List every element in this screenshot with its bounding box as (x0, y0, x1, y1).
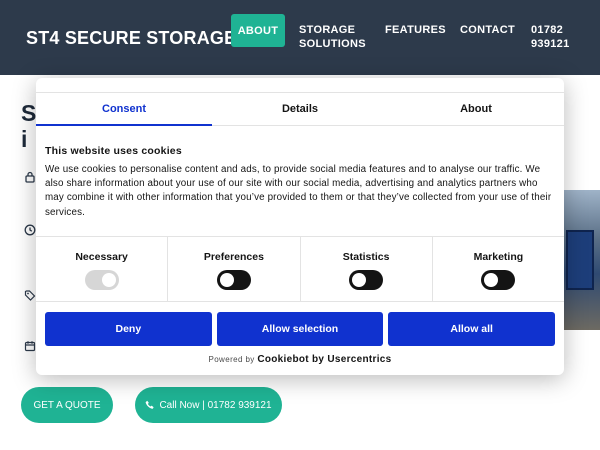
cookiebot-logo[interactable]: Cookiebot by Usercentrics (257, 354, 391, 365)
category-necessary: Necessary (36, 237, 169, 301)
site-header: ST4 SECURE STORAGE ABOUT STORAGE SOLUTIO… (0, 0, 600, 75)
category-necessary-label: Necessary (75, 251, 128, 263)
statistics-toggle[interactable] (349, 270, 384, 290)
marketing-toggle[interactable] (481, 270, 516, 290)
allow-all-button[interactable]: Allow all (388, 312, 556, 346)
lock-icon (25, 171, 35, 183)
category-statistics-label: Statistics (342, 251, 390, 263)
powered-by: Powered by Cookiebot by Usercentrics (36, 354, 564, 365)
tab-consent[interactable]: Consent (36, 93, 212, 126)
preferences-toggle[interactable] (216, 270, 251, 290)
cookie-title: This website uses cookies (45, 145, 182, 157)
storage-container-photo (560, 190, 600, 330)
site-logo[interactable]: ST4 SECURE STORAGE (26, 28, 236, 49)
call-now-button[interactable]: Call Now | 01782 939121 (135, 387, 282, 423)
calendar-icon (24, 341, 36, 352)
nav-features[interactable]: FEATURES (385, 23, 446, 37)
tab-details[interactable]: Details (212, 93, 388, 125)
cookie-buttons: Deny Allow selection Allow all (45, 312, 556, 346)
category-marketing: Marketing (433, 237, 564, 301)
cookie-categories: Necessary Preferences Statistics Marketi… (36, 236, 564, 302)
nav-storage-solutions[interactable]: STORAGE SOLUTIONS (299, 23, 369, 51)
powered-by-label: Powered by (208, 355, 255, 364)
category-marketing-label: Marketing (473, 251, 524, 263)
tag-icon (24, 290, 36, 301)
phone-icon (146, 400, 155, 409)
nav-contact[interactable]: CONTACT (460, 23, 515, 37)
deny-button[interactable]: Deny (45, 312, 212, 346)
nav-about[interactable]: ABOUT (231, 14, 285, 47)
cookie-consent-dialog: Consent Details About This website uses … (36, 78, 564, 375)
page-heading-text: S i (21, 100, 37, 152)
necessary-toggle (84, 270, 119, 290)
cookie-description: We use cookies to personalise content an… (45, 164, 552, 218)
clock-icon (24, 224, 36, 236)
cookie-tabs: Consent Details About (36, 92, 564, 126)
tab-about[interactable]: About (388, 93, 564, 125)
nav-phone[interactable]: 01782 939121 (531, 23, 571, 51)
category-preferences-label: Preferences (203, 251, 264, 263)
category-statistics: Statistics (301, 237, 433, 301)
category-preferences: Preferences (168, 237, 301, 301)
allow-selection-button[interactable]: Allow selection (216, 312, 384, 346)
container-door (566, 230, 594, 290)
call-now-label: Call Now | 01782 939121 (159, 399, 272, 411)
get-a-quote-button[interactable]: GET A QUOTE (21, 387, 113, 423)
